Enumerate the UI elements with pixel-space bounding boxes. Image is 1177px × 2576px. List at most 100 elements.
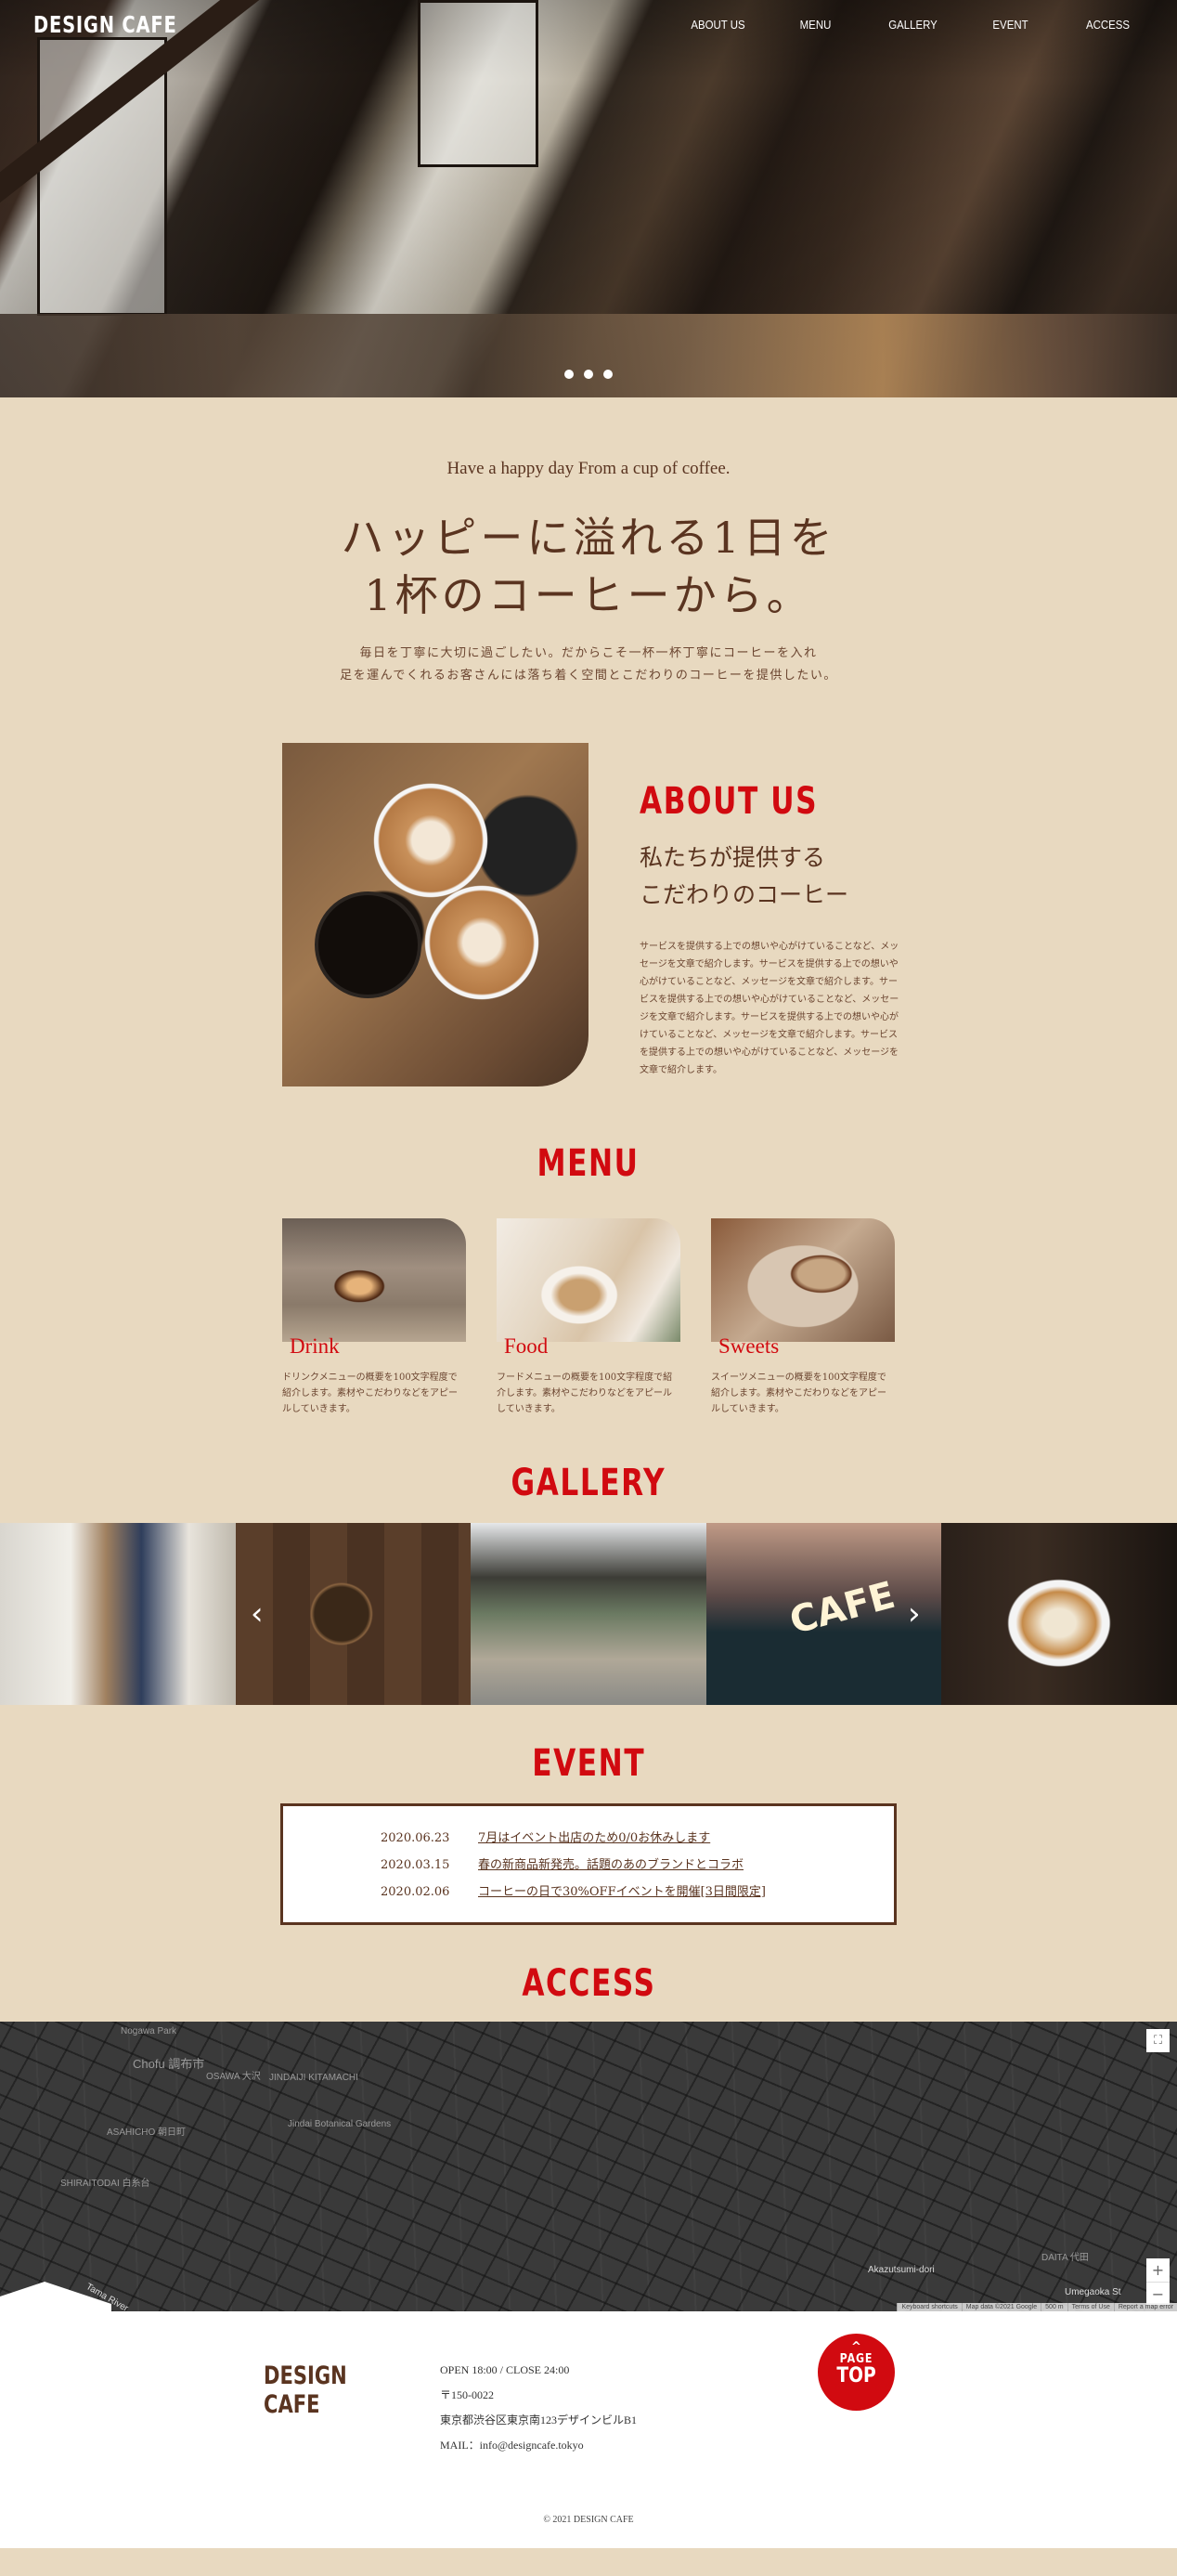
event-row: 2020.02.06 コーヒーの日で30%OFFイベントを開催[3日間限定] <box>381 1879 894 1906</box>
about-section: ABOUT US 私たちが提供する こだわりのコーヒー サービスを提供する上での… <box>282 743 899 1086</box>
map-label: Akazutsumi-dori <box>868 2265 935 2275</box>
map-attribution: Keyboard shortcuts Map data ©2021 Google… <box>897 2303 1177 2311</box>
map-label: JINDAIJI KITAMACHI <box>269 2073 358 2083</box>
access-section: ACCESS Chofu 調布市 Nogawa Park OSAWA 大沢 JI… <box>0 1962 1177 2311</box>
intro-body-line1: 毎日を丁寧に大切に過ごしたい。だからこそ一杯一杯丁寧にコーヒーを入れ <box>359 646 818 660</box>
nav-gallery[interactable]: GALLERY <box>870 18 955 32</box>
nav-about-us[interactable]: ABOUT US <box>675 18 760 32</box>
menu-name: Sweets <box>718 1334 780 1358</box>
event-date: 2020.03.15 <box>381 1858 450 1872</box>
menu-card-sweets: Sweets スイーツメニューの概要を100文字程度で紹介します。素材やこだわり… <box>711 1218 895 1417</box>
event-link[interactable]: コーヒーの日で30%OFFイベントを開催[3日間限定] <box>478 1879 766 1906</box>
intro-headline-line1: ハッピーに溢れる1日を <box>341 513 836 563</box>
map-label: ASAHICHO 朝日町 <box>107 2127 187 2138</box>
footer-address: 東京都渋谷区東京南123デザインビルB1 <box>440 2413 638 2426</box>
map-label: Nogawa Park <box>121 2026 177 2036</box>
gallery-image-coffee-beans <box>235 1523 472 1705</box>
footer: DESIGN CAFE OPEN 18:00 / CLOSE 24:00 〒15… <box>0 2311 1177 2548</box>
intro-headline: ハッピーに溢れる1日を 1杯のコーヒーから。 <box>0 509 1177 624</box>
gallery-prev-arrow[interactable]: ‹ <box>251 1595 264 1633</box>
menu-desc: ドリンクメニューの概要を100文字程度で紹介します。素材やこだわりなどをアピール… <box>282 1373 458 1414</box>
footer-logo: DESIGN CAFE <box>264 2361 347 2419</box>
gallery-section: GALLERY CAFE ‹ › <box>0 1462 1177 1705</box>
map-label: DAITA 代田 <box>1041 2253 1089 2263</box>
map-zoom-in-button[interactable]: + <box>1146 2258 1170 2282</box>
copyright: © 2021 DESIGN CAFE <box>543 2515 634 2525</box>
gallery-image-cafe-interior <box>0 1523 236 1705</box>
about-subtitle-line2: こだわりのコーヒー <box>640 881 849 908</box>
google-logo: Google <box>4 2296 45 2309</box>
about-subtitle-line1: 私たちが提供する <box>640 844 826 871</box>
slider-dots <box>564 370 613 379</box>
intro-section: Have a happy day From a cup of coffee. ハ… <box>0 397 1177 687</box>
gallery-image-cafe-counter <box>471 1523 706 1705</box>
intro-tagline: Have a happy day From a cup of coffee. <box>446 459 731 478</box>
map-label: SHIRAITODAI 白糸台 <box>60 2179 150 2189</box>
gallery-next-arrow[interactable]: › <box>908 1595 921 1633</box>
map-terms[interactable]: Terms of Use <box>1067 2303 1114 2311</box>
menu-card-food: Food フードメニューの概要を100文字程度で紹介します。素材やこだわりなどを… <box>497 1218 680 1417</box>
about-subtitle: 私たちが提供する こだわりのコーヒー <box>640 839 899 914</box>
slider-dot-1[interactable] <box>564 370 574 379</box>
event-date: 2020.02.06 <box>381 1885 450 1899</box>
intro-body-line2: 足を運んでくれるお客さんには落ち着く空間とこだわりのコーヒーを提供したい。 <box>340 669 837 683</box>
footer-hours: OPEN 18:00 / CLOSE 24:00 <box>440 2363 570 2376</box>
latte-cup <box>421 882 542 1003</box>
chevron-up-icon: ^ <box>851 2340 861 2354</box>
menu-card-drink: Drink ドリンクメニューの概要を100文字程度で紹介します。素材やこだわりな… <box>282 1218 466 1417</box>
slider-dot-2[interactable] <box>584 370 593 379</box>
global-nav: DESIGN CAFE ABOUT US MENU GALLERY EVENT … <box>0 0 1177 48</box>
page-top-label: TOP <box>836 2364 876 2387</box>
map-report-error[interactable]: Report a map error <box>1113 2303 1177 2311</box>
event-row: 2020.06.23 7月はイベント出店のため0/0お休みします <box>381 1825 894 1852</box>
footer-info: OPEN 18:00 / CLOSE 24:00 〒150-0022 東京都渋谷… <box>440 2358 637 2458</box>
hero-slider: DESIGN CAFE ABOUT US MENU GALLERY EVENT … <box>0 0 1177 397</box>
drink-image <box>282 1218 466 1342</box>
event-date: 2020.06.23 <box>381 1831 450 1845</box>
menu-section: MENU Drink ドリンクメニューの概要を100文字程度で紹介します。素材や… <box>0 1142 1177 1417</box>
map-zoom-out-button[interactable]: − <box>1146 2282 1170 2305</box>
page-top-button[interactable]: ^ PAGE TOP <box>818 2334 895 2411</box>
map-data-credit: Map data ©2021 Google <box>961 2303 1041 2311</box>
gallery-title: GALLERY <box>511 1462 666 1504</box>
map-label: Chofu 調布市 <box>133 2057 205 2071</box>
gallery-carousel: CAFE ‹ › <box>0 1523 1177 1705</box>
map-scale[interactable]: 500 m <box>1041 2303 1067 2311</box>
nav-links: ABOUT US MENU GALLERY EVENT ACCESS <box>669 18 1157 32</box>
nav-menu[interactable]: MENU <box>772 18 858 32</box>
event-link[interactable]: 春の新商品新発売。話題のあのブランドとコラボ <box>478 1852 744 1879</box>
menu-grid: Drink ドリンクメニューの概要を100文字程度で紹介します。素材やこだわりな… <box>282 1218 895 1417</box>
hero-counter <box>0 314 1177 397</box>
slider-dot-3[interactable] <box>603 370 613 379</box>
menu-title: MENU <box>537 1142 640 1185</box>
map-fullscreen-button[interactable]: ⛶ <box>1146 2029 1170 2052</box>
event-title: EVENT <box>532 1742 645 1785</box>
nav-access[interactable]: ACCESS <box>1065 18 1150 32</box>
nav-event[interactable]: EVENT <box>967 18 1053 32</box>
event-row: 2020.03.15 春の新商品新発売。話題のあのブランドとコラボ <box>381 1852 894 1879</box>
map-label: OSAWA 大沢 <box>206 2072 261 2082</box>
sweets-image <box>711 1218 895 1342</box>
intro-headline-line2: 1杯のコーヒーから。 <box>364 570 813 620</box>
event-link[interactable]: 7月はイベント出店のため0/0お休みします <box>478 1825 710 1852</box>
menu-name: Drink <box>290 1334 340 1358</box>
about-text: ABOUT US 私たちが提供する こだわりのコーヒー サービスを提供する上での… <box>640 743 899 1079</box>
event-list: 2020.06.23 7月はイベント出店のため0/0お休みします 2020.03… <box>280 1803 897 1925</box>
menu-name: Food <box>504 1334 549 1358</box>
about-coffee-image <box>282 743 588 1086</box>
site-logo[interactable]: DESIGN CAFE <box>33 11 177 38</box>
about-title: ABOUT US <box>640 780 819 823</box>
footer-postal: 〒150-0022 <box>440 2388 494 2401</box>
cafe-sign-text: CAFE <box>784 1573 899 1643</box>
iced-coffee-glass <box>315 891 421 998</box>
access-title: ACCESS <box>521 1962 656 2005</box>
food-image <box>497 1218 680 1342</box>
footer-content: DESIGN CAFE OPEN 18:00 / CLOSE 24:00 〒15… <box>254 2311 923 2458</box>
intro-body: 毎日を丁寧に大切に過ごしたい。だからこそ一杯一杯丁寧にコーヒーを入れ 足を運んで… <box>0 643 1177 687</box>
menu-desc: フードメニューの概要を100文字程度で紹介します。素材やこだわりなどをアピールし… <box>497 1373 673 1414</box>
menu-desc: スイーツメニューの概要を100文字程度で紹介します。素材やこだわりなどをアピール… <box>711 1373 886 1414</box>
map-keyboard-shortcuts[interactable]: Keyboard shortcuts <box>897 2303 961 2311</box>
event-section: EVENT 2020.06.23 7月はイベント出店のため0/0お休みします 2… <box>0 1742 1177 1925</box>
google-map[interactable]: Chofu 調布市 Nogawa Park OSAWA 大沢 JINDAIJI … <box>0 2022 1177 2311</box>
gallery-image-latte-art <box>941 1523 1177 1705</box>
